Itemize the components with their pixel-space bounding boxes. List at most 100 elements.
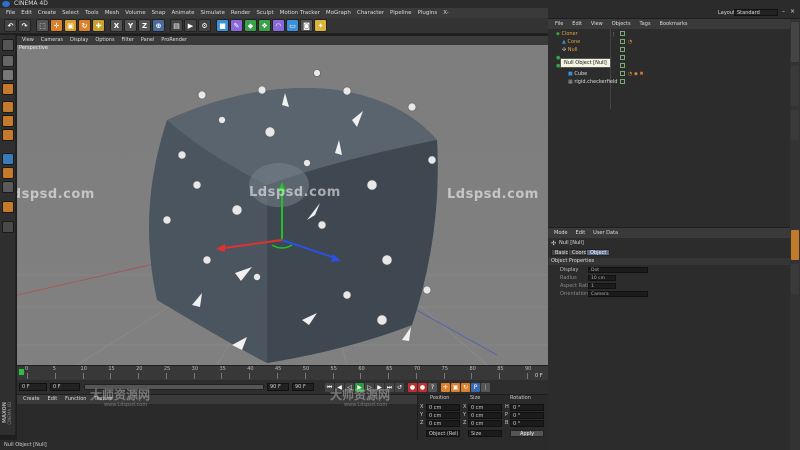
viewport-menu-prorender[interactable]: ProRender	[161, 37, 187, 43]
content-browser-side-tab[interactable]	[791, 66, 799, 106]
model-mode-icon[interactable]	[2, 55, 14, 67]
undo-icon[interactable]: ↶	[4, 19, 17, 32]
layers-side-tab[interactable]	[791, 264, 799, 294]
minimize-icon[interactable]: –	[782, 8, 785, 15]
close-icon[interactable]: ×	[790, 8, 795, 15]
radius-field[interactable]: 10 cm	[588, 275, 616, 281]
menu-create[interactable]: Create	[38, 10, 56, 16]
object-row-cube[interactable]: ■ Cube ◔ ◆ ✖	[568, 70, 786, 78]
enabled-check-icon[interactable]	[620, 55, 625, 60]
object-row-cloner[interactable]: ◆ Cloner ⁝	[556, 30, 786, 38]
menu-animate[interactable]: Animate	[171, 10, 194, 16]
material-menu-function[interactable]: Function	[65, 396, 86, 402]
cube-icon[interactable]: ■	[216, 19, 229, 32]
attributes-side-tab[interactable]	[791, 230, 799, 260]
material-area[interactable]	[17, 404, 417, 440]
axis-mode-icon[interactable]	[2, 153, 14, 165]
redo-icon[interactable]: ↷	[18, 19, 31, 32]
material-menu-edit[interactable]: Edit	[48, 396, 58, 402]
apply-button[interactable]: Apply	[510, 430, 544, 437]
object-row-null[interactable]: ✣ Null	[562, 46, 786, 54]
current-frame-field[interactable]: 0 F	[50, 383, 80, 391]
subdivision-icon[interactable]: ◆	[244, 19, 257, 32]
menu-sculpt[interactable]: Sculpt	[256, 10, 273, 16]
scale-key-icon[interactable]: ▣	[451, 382, 460, 392]
obj-menu-edit[interactable]: Edit	[572, 21, 582, 27]
recent-tools-icon[interactable]: ✚	[92, 19, 105, 32]
objects-side-tab[interactable]	[791, 22, 799, 62]
tweak-mode-icon[interactable]	[2, 167, 14, 179]
loop-icon[interactable]: ↺	[395, 382, 404, 392]
enabled-check-icon[interactable]	[620, 39, 625, 44]
array-icon[interactable]: ❖	[258, 19, 271, 32]
viewport-menu-options[interactable]: Options	[95, 37, 114, 43]
floor-icon[interactable]: ▭	[286, 19, 299, 32]
autokey-icon[interactable]: ●	[418, 382, 427, 392]
points-mode-icon[interactable]	[2, 101, 14, 113]
end-frame-field[interactable]: 90 F	[267, 383, 289, 391]
menu-select[interactable]: Select	[62, 10, 79, 16]
size-mode-select[interactable]: Size	[468, 430, 502, 437]
viewport-menu-filter[interactable]: Filter	[122, 37, 134, 43]
render-picture-icon[interactable]: ▶	[184, 19, 197, 32]
rotation-p-field[interactable]: 0 °	[510, 412, 544, 419]
menu-file[interactable]: File	[6, 10, 15, 16]
light-icon[interactable]: ✦	[314, 19, 327, 32]
obj-menu-tags[interactable]: Tags	[640, 21, 651, 27]
live-selection-icon[interactable]: ⬚	[36, 19, 49, 32]
pen-spline-icon[interactable]: ✎	[230, 19, 243, 32]
playhead-marker[interactable]	[19, 369, 24, 375]
attr-menu-edit[interactable]: Edit	[576, 230, 586, 236]
camera-icon[interactable]: ◙	[300, 19, 313, 32]
viewport-menu-display[interactable]: Display	[70, 37, 88, 43]
menu-mesh[interactable]: Mesh	[105, 10, 119, 16]
tab-object[interactable]: Object	[586, 249, 611, 256]
polygons-mode-icon[interactable]	[2, 129, 14, 141]
make-editable-icon[interactable]	[2, 39, 14, 51]
size-y-field[interactable]: 0 cm	[468, 412, 502, 419]
viewport-menu-cameras[interactable]: Cameras	[41, 37, 63, 43]
position-x-field[interactable]: 0 cm	[426, 404, 460, 411]
workplane-icon[interactable]	[2, 83, 14, 95]
menu-pipeline[interactable]: Pipeline	[390, 10, 412, 16]
obj-menu-bookmarks[interactable]: Bookmarks	[660, 21, 688, 27]
size-z-field[interactable]: 0 cm	[468, 420, 502, 427]
timeline-ruler[interactable]: 0 5 10 15 20 25 30 35 40 45 50 55 60 65 70 75 80 85 90 0 F	[17, 366, 548, 380]
rotation-b-field[interactable]: 0 °	[510, 420, 544, 427]
attr-menu-mode[interactable]: Mode	[554, 230, 568, 236]
texture-mode-icon[interactable]	[2, 69, 14, 81]
menu-tools[interactable]: Tools	[85, 10, 99, 16]
rotate-tool-icon[interactable]: ↻	[78, 19, 91, 32]
coord-mode-select[interactable]: Object (Rel)	[426, 430, 460, 437]
attr-menu-userdata[interactable]: User Data	[593, 230, 618, 236]
position-z-field[interactable]: 0 cm	[426, 420, 460, 427]
orientation-select[interactable]: Camera	[588, 291, 648, 297]
enabled-check-icon[interactable]	[620, 79, 625, 84]
render-view-icon[interactable]: ▤	[170, 19, 183, 32]
coordinate-system-icon[interactable]: ⊕	[152, 19, 165, 32]
object-row-checkerfield[interactable]: ▦ rigid.checkerfield	[568, 78, 786, 86]
start-frame-field[interactable]: 0 F	[19, 383, 47, 391]
menu-character[interactable]: Character	[357, 10, 384, 16]
tag-icons[interactable]: ◔ ◆ ✖	[628, 70, 644, 78]
z-axis-lock-button[interactable]: Z	[138, 19, 151, 32]
menu-volume[interactable]: Volume	[125, 10, 145, 16]
layout-select[interactable]: Standard	[734, 9, 778, 16]
sculpt-icon[interactable]	[2, 201, 14, 213]
size-x-field[interactable]: 0 cm	[468, 404, 502, 411]
phong-tag-icon[interactable]: ◔	[628, 38, 632, 46]
lock-workplane-icon[interactable]	[2, 221, 14, 233]
object-row-cone[interactable]: ▲ Cone ◔	[562, 38, 786, 46]
enabled-check-icon[interactable]	[620, 71, 625, 76]
enabled-check-icon[interactable]	[620, 47, 625, 52]
enabled-check-icon[interactable]	[620, 31, 625, 36]
menu-render[interactable]: Render	[231, 10, 251, 16]
menu-plugins[interactable]: Plugins	[418, 10, 438, 16]
viewport-menu-panel[interactable]: Panel	[141, 37, 155, 43]
end-frame-field-2[interactable]: 90 F	[292, 383, 314, 391]
param-key-icon[interactable]: P	[471, 382, 480, 392]
record-icon[interactable]: ●	[408, 382, 417, 392]
material-menu-create[interactable]: Create	[23, 396, 40, 402]
render-settings-icon[interactable]: ⚙	[198, 19, 211, 32]
aspect-field[interactable]: 1	[588, 283, 616, 289]
